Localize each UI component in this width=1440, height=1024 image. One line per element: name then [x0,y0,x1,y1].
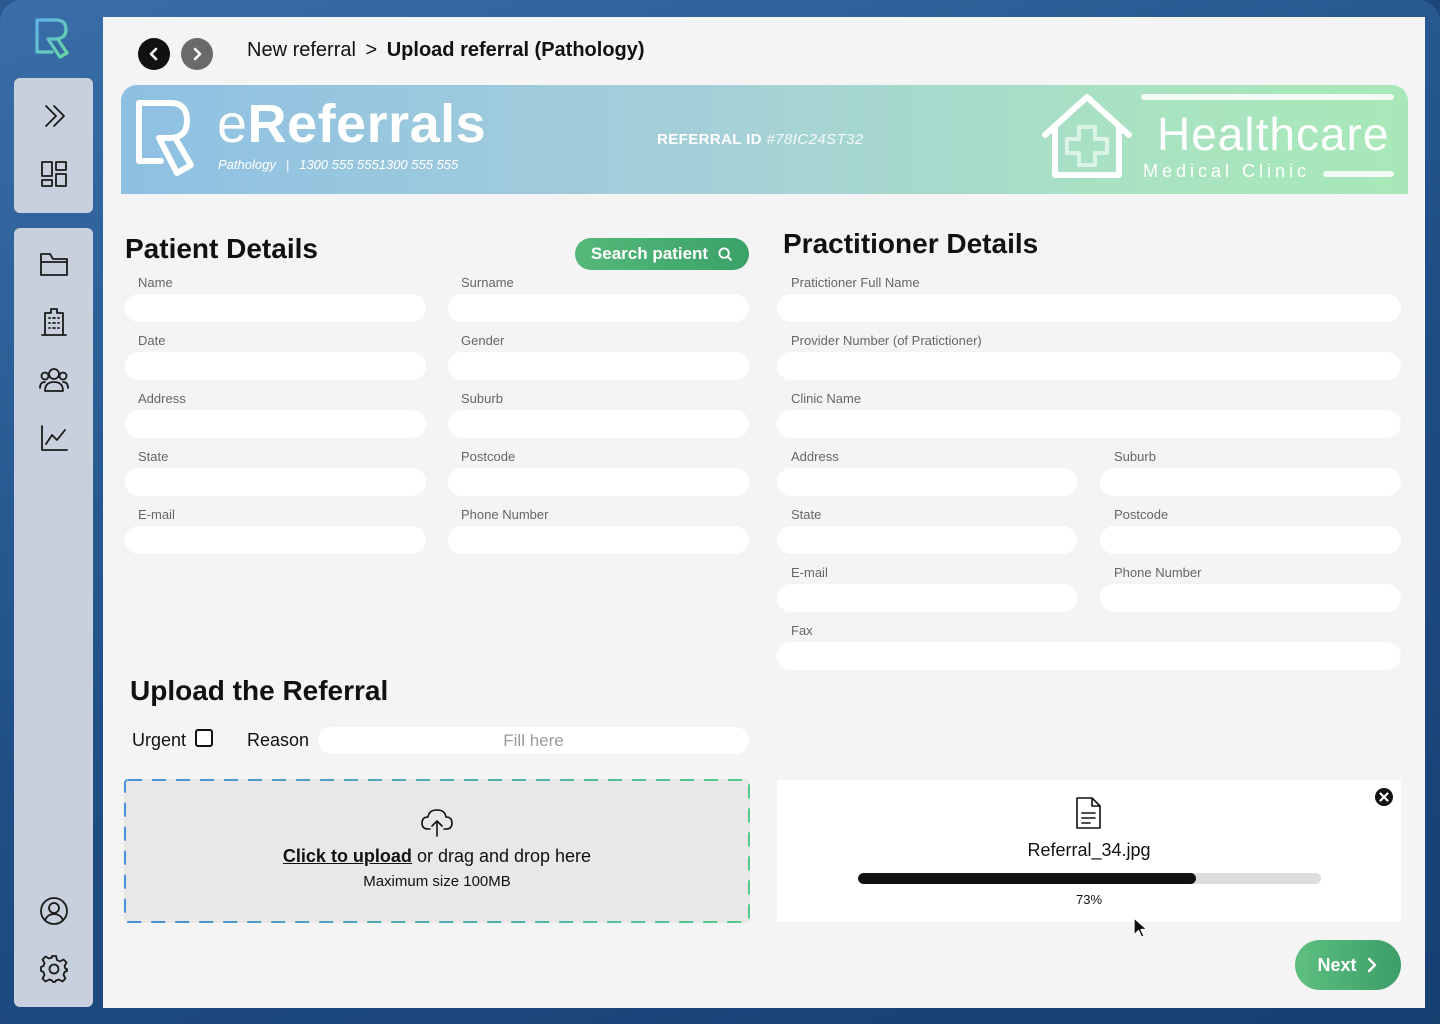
practitioner-name-label: Pratictioner Full Name [791,275,920,290]
search-patient-button[interactable]: Search patient [575,238,749,270]
dropzone-text: Click to upload or drag and drop here [124,846,750,867]
chevron-right-icon [193,47,202,61]
reason-label: Reason [247,730,310,750]
clinic-name: Healthcare [1157,108,1390,160]
patient-phone-input[interactable] [448,526,749,554]
patient-suburb-label: Suburb [461,391,503,406]
upload-progress-fill [858,873,1196,884]
practitioner-email-input[interactable] [777,584,1077,612]
settings-icon[interactable] [37,952,71,986]
close-icon[interactable] [1374,787,1394,807]
clinic-house-icon [1042,94,1132,178]
patient-email-label: E-mail [138,507,175,522]
file-name: Referral_34.jpg [1027,840,1151,860]
uploaded-file-card: Referral_34.jpg 73% [777,780,1401,922]
patient-postcode-input[interactable] [448,468,749,496]
file-icon [1073,796,1103,830]
patient-address-input[interactable] [125,410,426,438]
cloud-upload-icon [420,805,454,839]
profile-icon[interactable] [37,894,71,928]
patient-name-label: Name [138,275,173,290]
clinic-name-input[interactable] [777,410,1401,438]
practitioner-suburb-label: Suburb [1114,449,1156,464]
patient-details-title: Patient Details [125,233,318,264]
users-icon[interactable] [37,363,71,397]
drag-drop-text: or drag and drop here [411,846,592,866]
practitioner-state-label: State [791,507,822,522]
practitioner-postcode-input[interactable] [1100,526,1401,554]
banner-subtitle: Pathology | 1300 555 5551300 555 555 [218,157,459,172]
patient-state-label: State [138,449,169,464]
breadcrumb-parent[interactable]: New referral [247,39,356,61]
provider-number-input[interactable] [777,352,1401,380]
clinic-name-label: Clinic Name [791,391,862,406]
ereferrals-logo [136,100,194,176]
practitioner-fax-label: Fax [791,623,813,638]
referral-banner: eReferrals Pathology | 1300 555 5551300 55… [121,85,1408,194]
practitioner-address-label: Address [791,449,839,464]
mouse-cursor-icon [1133,917,1148,938]
breadcrumb: New referral > Upload referral (Patholog… [247,39,645,62]
max-size-text: Maximum size 100MB [363,873,511,890]
app-logo[interactable] [32,14,74,62]
chevron-right-icon [1367,957,1376,973]
practitioner-fax-input[interactable] [777,642,1401,670]
sidebar-nav-group [14,228,93,1007]
app-frame: New referral > Upload referral (Patholog… [0,0,1440,1024]
patient-suburb-input[interactable] [448,410,749,438]
chevron-left-icon [149,47,158,61]
next-button[interactable]: Next [1295,940,1401,990]
clinic-bar-decoration [1141,94,1394,100]
practitioner-phone-label: Phone Number [1114,565,1202,580]
search-patient-label: Search patient [590,244,709,263]
patient-gender-label: Gender [461,333,505,348]
patient-postcode-label: Postcode [461,449,516,464]
clinic-subtitle: Medical Clinic [1143,161,1311,181]
click-to-upload-link[interactable]: Click to upload [283,846,412,866]
referral-id: REFERRAL ID #78IC24ST32 [657,131,864,148]
back-button[interactable] [138,38,170,70]
practitioner-suburb-input[interactable] [1100,468,1401,496]
upload-referral-title: Upload the Referral [130,675,389,706]
practitioner-phone-input[interactable] [1100,584,1401,612]
patient-date-label: Date [138,333,166,348]
sidebar-top-group [14,78,93,213]
practitioner-email-label: E-mail [791,565,828,580]
practitioner-name-input[interactable] [777,294,1401,322]
main-panel: New referral > Upload referral (Patholog… [103,17,1425,1008]
patient-surname-input[interactable] [448,294,749,322]
folder-icon[interactable] [37,247,71,281]
search-icon [718,246,733,261]
breadcrumb-current: Upload referral (Pathology) [386,39,645,61]
practitioner-postcode-label: Postcode [1114,507,1169,522]
patient-gender-input[interactable] [448,352,749,380]
patient-name-input[interactable] [125,294,426,322]
practitioner-address-input[interactable] [777,468,1077,496]
clinic-bar-decoration [1323,171,1394,177]
dashboard-icon[interactable] [37,157,71,191]
patient-email-input[interactable] [125,526,426,554]
next-label: Next [1317,954,1357,975]
breadcrumb-separator: > [365,39,378,61]
patient-phone-label: Phone Number [461,507,549,522]
upload-progress-bar [858,873,1321,884]
expand-icon[interactable] [37,99,71,133]
upload-dropzone[interactable]: Click to upload or drag and drop here Ma… [124,779,750,923]
patient-surname-label: Surname [461,275,514,290]
building-icon[interactable] [37,305,71,339]
banner-title: eReferrals [217,94,487,154]
patient-state-input[interactable] [125,468,426,496]
reason-input[interactable] [318,727,749,754]
patient-date-input[interactable] [125,352,426,380]
forward-button[interactable] [181,38,213,70]
practitioner-state-input[interactable] [777,526,1077,554]
urgent-checkbox[interactable] [195,729,213,747]
chart-icon[interactable] [37,421,71,455]
upload-progress-text: 73% [1075,892,1103,907]
urgent-label: Urgent [132,730,187,750]
patient-address-label: Address [138,391,186,406]
practitioner-details-title: Practitioner Details [783,228,1039,259]
provider-number-label: Provider Number (of Pratictioner) [791,333,982,348]
